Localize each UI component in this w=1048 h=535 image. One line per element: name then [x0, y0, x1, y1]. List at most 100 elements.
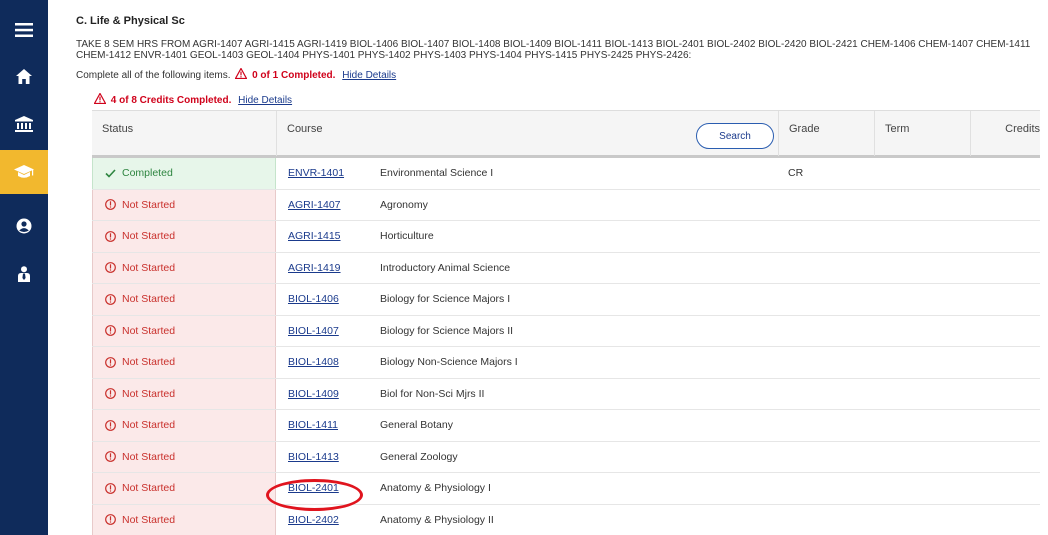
credits-status-line: 4 of 8 Credits Completed. Hide Details	[92, 93, 292, 106]
info-circle-icon	[105, 199, 116, 211]
table-row: Not Started BIOL-1407 Biology for Science …	[92, 315, 1048, 347]
user-tie-icon	[18, 266, 30, 282]
course-code-link[interactable]: AGRI-1407	[288, 199, 341, 211]
header-status: Status	[102, 123, 134, 135]
status-text: Not Started	[122, 261, 176, 274]
hide-details-link-items[interactable]: Hide Details	[342, 70, 396, 81]
info-circle-icon	[105, 262, 116, 274]
course-code-cell: BIOL-1406	[288, 284, 339, 315]
status-cell: Not Started	[92, 252, 276, 283]
course-code-link[interactable]: AGRI-1415	[288, 230, 341, 242]
table-row: Not Started AGRI-1407 Agronomy	[92, 189, 1048, 221]
course-table: Status Course Search Grade Term Credits …	[92, 110, 1048, 535]
course-code-link[interactable]: BIOL-2401	[288, 482, 339, 494]
course-code-link[interactable]: BIOL-1409	[288, 388, 339, 400]
sidebar	[0, 0, 48, 535]
hide-details-link-credits[interactable]: Hide Details	[238, 95, 292, 106]
course-code-cell: BIOL-1407	[288, 316, 339, 347]
course-code-cell: AGRI-1419	[288, 253, 341, 284]
table-row: Not Started AGRI-1419 Introductory Animal …	[92, 252, 1048, 284]
course-code-link[interactable]: BIOL-1406	[288, 293, 339, 305]
course-code-link[interactable]: BIOL-1413	[288, 451, 339, 463]
status-cell: Completed	[92, 158, 276, 189]
course-title: Agronomy	[380, 198, 428, 211]
info-circle-icon	[105, 388, 116, 400]
status-cell: Not Started	[92, 347, 276, 378]
search-button[interactable]: Search	[696, 123, 774, 149]
table-header: Status Course Search Grade Term Credits	[92, 110, 1048, 158]
table-row: Not Started AGRI-1415 Horticulture	[92, 221, 1048, 253]
course-code-link[interactable]: AGRI-1419	[288, 262, 341, 274]
complete-prefix: Complete all of the following items.	[76, 70, 231, 81]
status-cell: Not Started	[92, 315, 276, 346]
status-text: Not Started	[122, 450, 176, 463]
course-code-cell: ENVR-1401	[288, 158, 344, 189]
course-title: Biology for Science Majors I	[380, 293, 511, 306]
course-code-link[interactable]: BIOL-1407	[288, 325, 339, 337]
course-title: Biology for Science Majors II	[380, 324, 514, 337]
status-text: Not Started	[122, 482, 176, 495]
advisor-button[interactable]	[0, 252, 48, 296]
info-circle-icon	[105, 230, 116, 242]
info-circle-icon	[105, 325, 116, 337]
course-title: Horticulture	[380, 230, 434, 243]
home-button[interactable]	[0, 54, 48, 98]
course-title: Biol for Non-Sci Mjrs II	[380, 387, 485, 400]
user-circle-icon	[16, 218, 32, 234]
items-status-line: Complete all of the following items. 0 o…	[76, 68, 396, 81]
table-row: Completed ENVR-1401 Environmental Science …	[92, 158, 1048, 190]
course-code-link[interactable]: BIOL-2402	[288, 514, 339, 526]
status-text: Completed	[122, 167, 173, 180]
table-edge	[1040, 110, 1048, 535]
status-cell: Not Started	[92, 410, 276, 441]
course-title: Anatomy & Physiology I	[380, 482, 491, 495]
table-row: Not Started BIOL-1413 General Zoology	[92, 441, 1048, 473]
status-text: Not Started	[122, 356, 176, 369]
course-code-cell: BIOL-2401	[288, 473, 339, 504]
credits-completed: 4 of 8 Credits Completed.	[110, 95, 232, 106]
course-code-cell: AGRI-1407	[288, 190, 341, 221]
status-text: Not Started	[122, 513, 176, 526]
course-code-cell: BIOL-1413	[288, 442, 339, 473]
info-circle-icon	[105, 293, 116, 305]
course-title: General Botany	[380, 419, 453, 432]
menu-button[interactable]	[0, 8, 48, 52]
status-text: Not Started	[122, 419, 176, 432]
status-text: Not Started	[122, 387, 176, 400]
status-text: Not Started	[122, 324, 176, 337]
status-cell: Not Started	[92, 473, 276, 504]
academics-button[interactable]	[0, 150, 48, 194]
grade-cell: CR	[788, 167, 804, 180]
course-code-link[interactable]: BIOL-1411	[288, 419, 338, 431]
info-circle-icon	[105, 482, 116, 494]
header-term: Term	[874, 111, 970, 156]
course-title: General Zoology	[380, 450, 458, 463]
info-circle-icon	[105, 514, 116, 526]
status-text: Not Started	[122, 293, 176, 306]
status-text: Not Started	[122, 198, 176, 211]
course-title: Biology Non-Science Majors I	[380, 356, 518, 369]
profile-button[interactable]	[0, 204, 48, 248]
course-code-cell: BIOL-2402	[288, 505, 339, 535]
table-row: Not Started BIOL-1406 Biology for Science …	[92, 284, 1048, 316]
institution-button[interactable]	[0, 102, 48, 146]
course-code-cell: AGRI-1415	[288, 221, 341, 252]
table-row: Not Started BIOL-1411 General Botany	[92, 410, 1048, 442]
course-code-cell: BIOL-1409	[288, 379, 339, 410]
items-completed: 0 of 1 Completed.	[252, 70, 336, 81]
table-row: Not Started BIOL-1409 Biol for Non-Sci Mjr…	[92, 378, 1048, 410]
course-code-cell: BIOL-1411	[288, 410, 338, 441]
menu-icon	[15, 23, 33, 37]
table-row: Not Started BIOL-2402 Anatomy & Physiology…	[92, 504, 1048, 535]
table-row: Not Started BIOL-1408 Biology Non-Science …	[92, 347, 1048, 379]
home-icon	[16, 68, 32, 84]
status-cell: Not Started	[92, 378, 276, 409]
header-credits: Credits	[970, 111, 1048, 156]
course-code-link[interactable]: ENVR-1401	[288, 167, 344, 179]
status-cell: Not Started	[92, 441, 276, 472]
status-text: Not Started	[122, 230, 176, 243]
graduation-cap-icon	[14, 165, 34, 178]
course-code-link[interactable]: BIOL-1408	[288, 356, 339, 368]
warning-icon	[235, 68, 248, 79]
status-cell: Not Started	[92, 221, 276, 252]
